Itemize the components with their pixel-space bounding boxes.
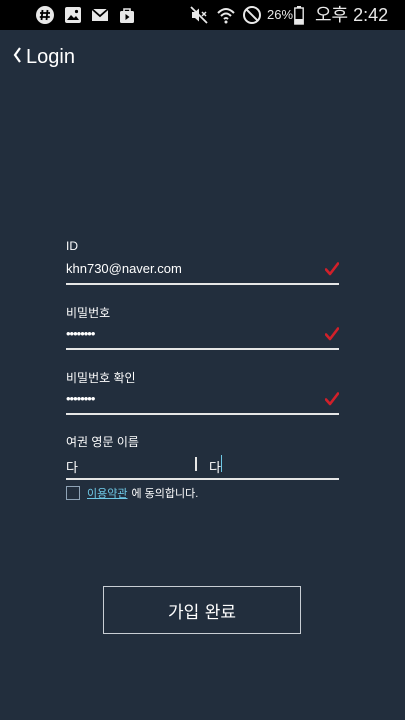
agreement-text: 에 동의합니다. [131,487,199,500]
id-label: ID [66,239,78,253]
id-underline [66,283,339,285]
mute-icon [188,4,210,26]
password-confirm-input[interactable]: •••••••• [66,391,95,406]
check-icon [324,262,340,276]
passport-last-name-input[interactable]: 다 [209,457,221,476]
do-not-disturb-icon [241,4,263,26]
gallery-icon [62,4,84,26]
check-icon [324,392,340,406]
battery-percent: 26% [267,7,294,22]
clock: 오후 2:42 [315,5,389,25]
chevron-left-icon [12,45,22,70]
passport-first-name-input[interactable]: 다 [66,457,78,476]
text-cursor [221,455,222,472]
passport-name-label: 여권 영문 이름 [66,435,139,449]
password-confirm-field[interactable]: 비밀번호 확인 •••••••• [66,369,340,417]
check-icon [324,327,340,341]
terms-link[interactable]: 이용약관 [87,485,127,501]
password-underline [66,348,339,350]
agreement-row: 이용약관 에 동의합니다. [66,484,198,501]
passport-name-field[interactable]: 여권 영문 이름 다 다 [66,433,339,481]
password-confirm-underline [66,413,339,415]
password-field[interactable]: 비밀번호 •••••••• [66,304,340,352]
battery-icon [293,4,305,26]
passport-name-underline [66,478,339,480]
signup-complete-button[interactable]: 가입 완료 [103,586,301,634]
id-field[interactable]: ID khn730@naver.com [66,239,340,287]
name-divider [195,457,197,471]
slack-icon [34,4,56,26]
password-input[interactable]: •••••••• [66,326,95,341]
wifi-icon [215,4,237,26]
id-input[interactable]: khn730@naver.com [66,261,182,276]
back-button[interactable]: Login [12,42,75,72]
status-bar: 26% 오후 2:42 [0,0,405,30]
bag-icon [116,4,138,26]
password-label: 비밀번호 [66,306,111,320]
gmail-icon [89,4,111,26]
page-title: Login [26,45,75,68]
password-confirm-label: 비밀번호 확인 [66,371,136,385]
agree-checkbox[interactable] [66,485,80,500]
